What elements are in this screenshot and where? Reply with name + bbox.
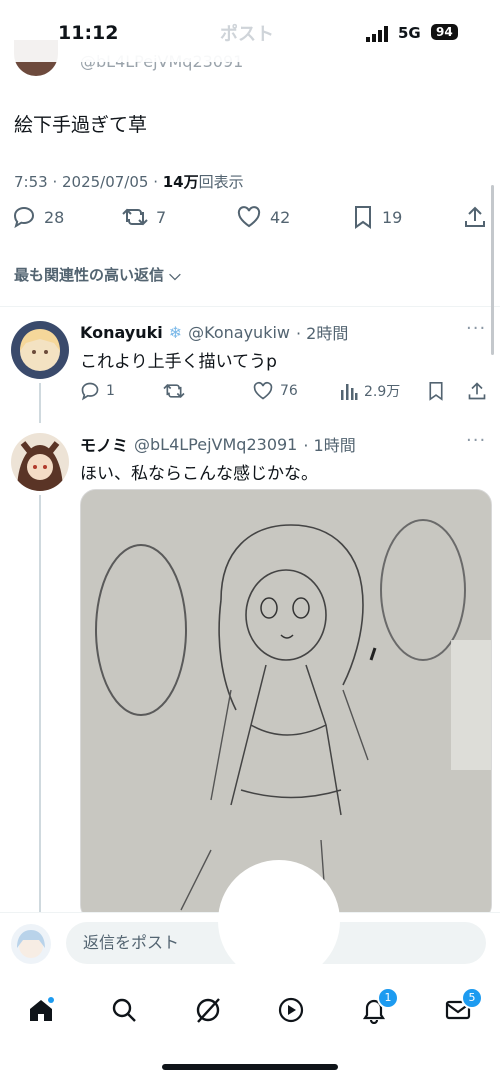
reply-image[interactable] bbox=[80, 489, 492, 921]
notifications-badge: 1 bbox=[377, 987, 399, 1009]
share-icon bbox=[465, 206, 485, 227]
reply-time: · 1時間 bbox=[303, 436, 356, 455]
nav-home[interactable] bbox=[24, 993, 58, 1027]
bookmark-count: 19 bbox=[382, 207, 403, 227]
like-button[interactable]: 42 bbox=[236, 205, 290, 229]
reply-text: これより上手く描いてうp bbox=[80, 352, 277, 372]
monomi-avatar-image bbox=[11, 433, 69, 491]
play-icon bbox=[278, 997, 304, 1023]
reply-icon bbox=[13, 206, 35, 229]
bottom-nav: 1 5 bbox=[0, 985, 500, 1035]
reply-like-button[interactable]: 76 bbox=[252, 381, 298, 401]
repost-icon bbox=[122, 208, 148, 226]
like-count: 42 bbox=[270, 207, 291, 227]
reply-time: · 2時間 bbox=[296, 324, 349, 343]
sort-label: 最も関連性の高い返信 bbox=[14, 266, 165, 284]
overlay-blob bbox=[218, 860, 340, 982]
home-icon bbox=[30, 997, 54, 1021]
reply-author-handle[interactable]: @bL4LPejVMq23091 bbox=[134, 435, 297, 454]
repost-icon bbox=[163, 383, 185, 399]
reply-share-button[interactable] bbox=[467, 381, 487, 401]
bookmark-icon bbox=[429, 382, 443, 401]
thread-line bbox=[39, 383, 41, 423]
battery-level: 94 bbox=[431, 24, 458, 40]
reply-repost-button[interactable] bbox=[163, 381, 185, 401]
network-type: 5G bbox=[398, 24, 421, 42]
sketch-drawing bbox=[81, 490, 491, 920]
repost-count: 7 bbox=[156, 207, 167, 227]
reply-header: Konayuki ❄ @Konayukiw · 2時間 bbox=[80, 320, 348, 344]
bookmark-icon bbox=[355, 206, 371, 229]
divider bbox=[0, 306, 500, 307]
snowflake-icon: ❄ bbox=[168, 322, 183, 342]
scrollbar[interactable] bbox=[491, 185, 494, 355]
bookmark-button[interactable]: 19 bbox=[352, 205, 402, 229]
reply-reply-button[interactable]: 1 bbox=[80, 381, 115, 401]
reply-author-handle[interactable]: @Konayukiw bbox=[188, 323, 290, 342]
status-time: 11:12 bbox=[58, 22, 119, 44]
reply-text: ほい、私ならこんな感じかな。 bbox=[80, 464, 318, 484]
reply-views-button[interactable]: 2.9万 bbox=[340, 381, 400, 401]
signal-icon bbox=[366, 26, 388, 42]
reply-count: 28 bbox=[44, 207, 65, 227]
avatar[interactable] bbox=[11, 321, 69, 379]
reply-views-count: 2.9万 bbox=[364, 384, 401, 400]
reply-author-name[interactable]: Konayuki bbox=[80, 323, 163, 342]
header-title: ポスト bbox=[220, 24, 274, 45]
chevron-down-icon: ⌵ bbox=[169, 266, 181, 284]
share-icon bbox=[468, 382, 486, 400]
avatar[interactable] bbox=[11, 433, 69, 491]
post-text: 絵下手過ぎて草 bbox=[14, 114, 148, 136]
post-timestamp: 7:53 · 2025/07/05 · bbox=[14, 173, 163, 191]
share-button[interactable] bbox=[463, 205, 487, 229]
heart-icon bbox=[237, 206, 261, 228]
reply-like-count: 76 bbox=[280, 383, 298, 399]
home-indicator[interactable] bbox=[162, 1064, 338, 1070]
reply-icon bbox=[81, 382, 99, 401]
user-avatar-image bbox=[11, 924, 51, 964]
repost-button[interactable]: 7 bbox=[122, 205, 166, 229]
konayuki-avatar-image bbox=[11, 321, 69, 379]
reply-bookmark-button[interactable] bbox=[427, 381, 445, 401]
heart-icon bbox=[253, 381, 273, 400]
reply-button[interactable]: 28 bbox=[12, 205, 64, 229]
reply-sort-dropdown[interactable]: 最も関連性の高い返信 ⌵ bbox=[14, 264, 181, 285]
views-label: 回表示 bbox=[198, 173, 244, 191]
post-actions: 28 7 42 19 bbox=[0, 205, 500, 245]
more-options-icon[interactable]: ··· bbox=[466, 430, 486, 451]
nav-notifications[interactable]: 1 bbox=[357, 987, 399, 1027]
messages-badge: 5 bbox=[461, 987, 483, 1009]
reply-author-name[interactable]: モノミ bbox=[80, 432, 128, 456]
search-icon bbox=[112, 998, 136, 1022]
more-options-icon[interactable]: ··· bbox=[466, 318, 486, 339]
nav-messages[interactable]: 5 bbox=[441, 987, 483, 1027]
thread-line bbox=[39, 495, 41, 915]
grok-icon bbox=[196, 998, 220, 1023]
nav-video[interactable] bbox=[274, 993, 308, 1027]
views-count: 14万 bbox=[162, 173, 199, 191]
reply-header: モノミ @bL4LPejVMq23091 · 1時間 bbox=[80, 432, 356, 456]
nav-search[interactable] bbox=[107, 993, 141, 1027]
reply-reply-count: 1 bbox=[106, 383, 115, 399]
analytics-icon bbox=[341, 384, 358, 400]
compose-avatar[interactable] bbox=[11, 924, 51, 964]
post-meta: 7:53 · 2025/07/05 · 14万回表示 bbox=[14, 171, 244, 192]
nav-grok[interactable] bbox=[191, 993, 225, 1027]
